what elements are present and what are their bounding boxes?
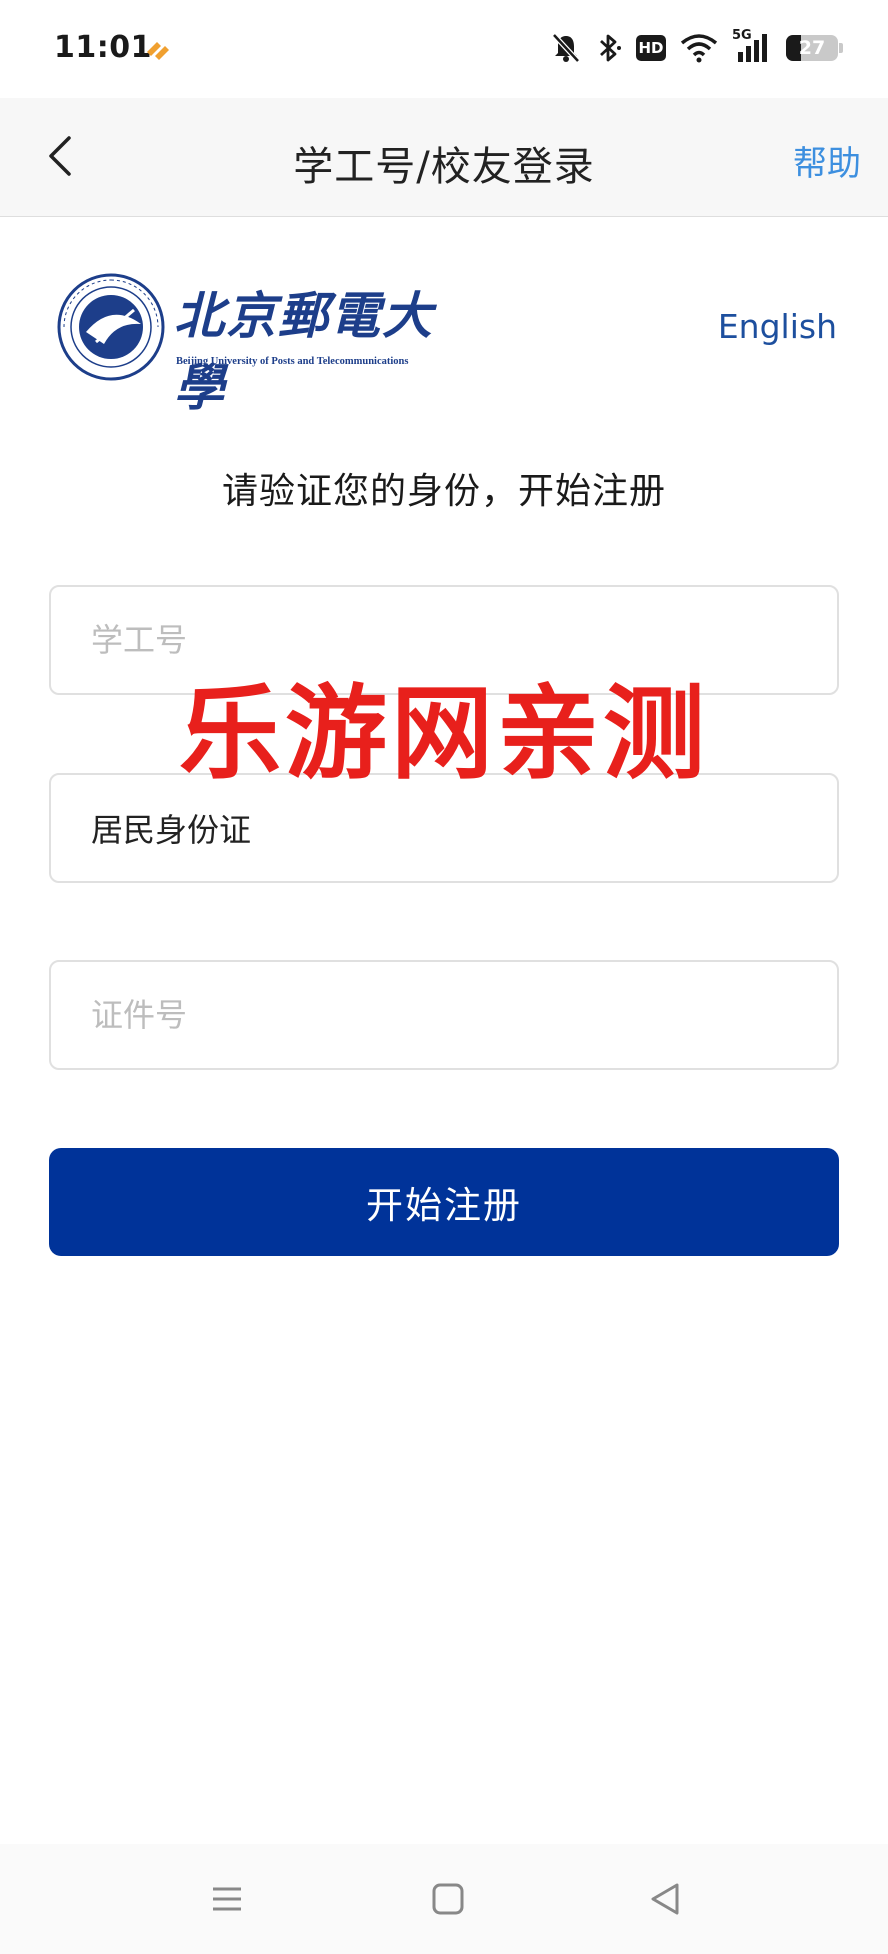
hd-voice-badge: HD <box>636 35 666 61</box>
battery-level: 27 <box>798 37 826 59</box>
start-registration-button[interactable]: 开始注册 <box>49 1148 839 1256</box>
system-back-button[interactable] <box>640 1874 690 1924</box>
page-title: 学工号/校友登录 <box>293 144 595 190</box>
instruction-text: 请验证您的身份，开始注册 <box>221 471 666 512</box>
mute-bell-icon <box>552 33 580 63</box>
cellular-signal-icon: 5G <box>732 28 772 64</box>
recent-apps-button[interactable] <box>202 1874 252 1924</box>
id-number-input[interactable] <box>51 962 837 1068</box>
bluetooth-icon <box>600 34 621 62</box>
menu-icon <box>213 1887 241 1911</box>
app-notification-icon <box>147 42 169 60</box>
student-id-field[interactable] <box>49 585 839 695</box>
home-button[interactable] <box>423 1874 473 1924</box>
status-bar: 11:01 HD 5G 27 <box>0 0 888 98</box>
back-triangle-icon <box>651 1883 679 1915</box>
home-square-icon <box>432 1883 464 1915</box>
student-id-input[interactable] <box>51 587 837 693</box>
language-switch-english[interactable]: English <box>718 307 837 346</box>
battery-indicator: 27 <box>786 35 843 61</box>
id-type-select[interactable]: 居民身份证 <box>49 773 839 883</box>
status-time: 11:01 <box>54 30 152 65</box>
wifi-icon <box>680 34 718 63</box>
university-name-en: Beijing University of Posts and Telecomm… <box>176 356 409 367</box>
help-link[interactable]: 帮助 <box>793 136 861 185</box>
id-number-field[interactable] <box>49 960 839 1070</box>
status-icons: HD 5G 27 <box>550 28 843 68</box>
navigation-bar: 学工号/校友登录 帮助 <box>0 98 888 217</box>
university-logo: 北京郵電大學 Beijing University of Posts and T… <box>56 272 466 417</box>
system-navigation-bar <box>0 1844 888 1954</box>
id-type-value: 居民身份证 <box>91 811 252 849</box>
university-name-zh: 北京郵電大學 <box>174 286 434 417</box>
